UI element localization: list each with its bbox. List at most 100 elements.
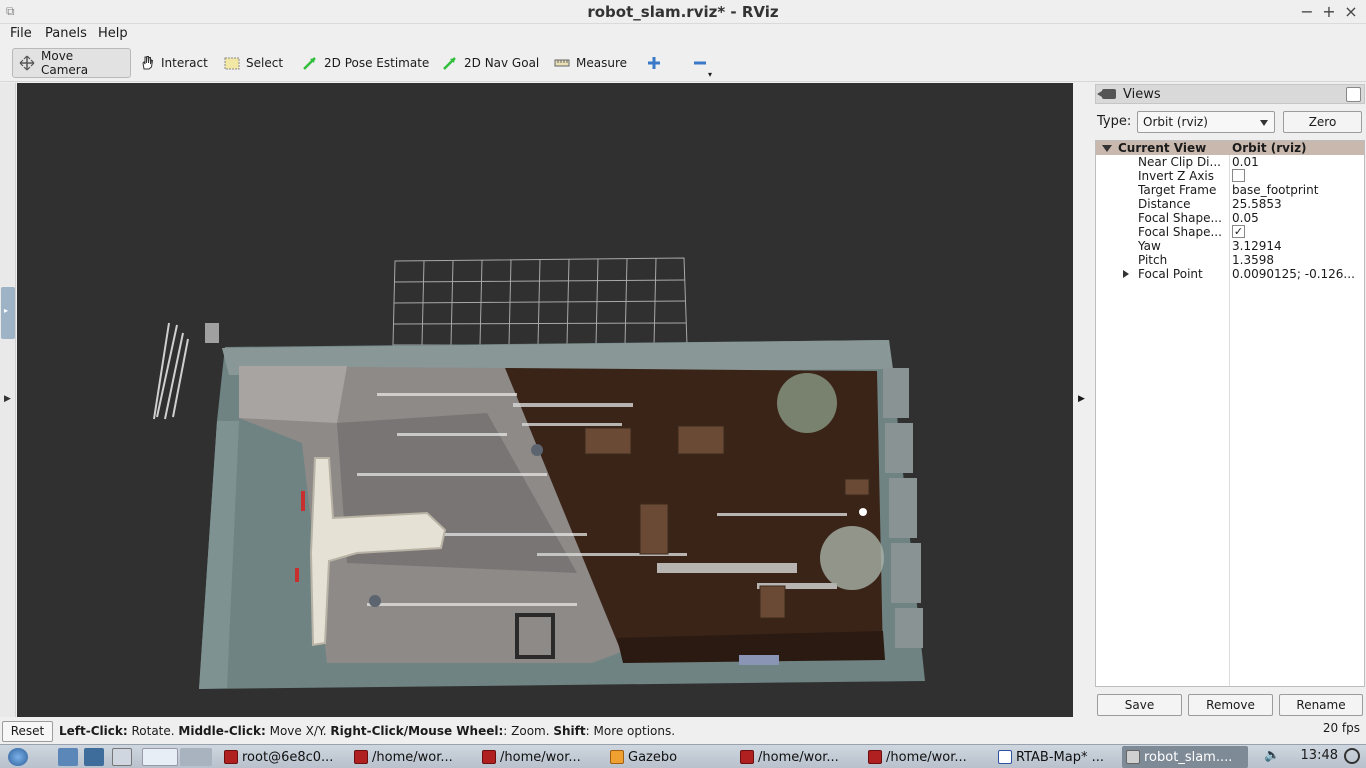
menu-panels[interactable]: Panels (45, 26, 87, 41)
expand-icon[interactable] (1123, 270, 1129, 278)
task-terminal-home-4[interactable]: /home/wor... (864, 746, 992, 768)
expand-icon: ▸ (4, 306, 9, 315)
view-type-select[interactable]: Orbit (rviz) (1137, 111, 1275, 133)
ground-grid (392, 257, 688, 346)
ruler-icon (554, 55, 570, 71)
nav-goal-label: 2D Nav Goal (464, 56, 540, 70)
fps-readout: 20 fps (1322, 721, 1360, 735)
window-launcher-icon[interactable] (112, 748, 132, 766)
measure-tool[interactable]: Measure (548, 48, 633, 78)
menu-help[interactable]: Help (98, 26, 128, 41)
zero-button[interactable]: Zero (1283, 111, 1362, 133)
property-row[interactable]: Invert Z Axis (1096, 169, 1364, 183)
power-icon[interactable] (1344, 748, 1360, 764)
task-rviz[interactable]: robot_slam.... (1122, 746, 1248, 768)
property-value[interactable]: 25.5853 (1232, 197, 1364, 211)
render-viewport[interactable] (17, 83, 1073, 717)
terminal-launcher-icon[interactable] (84, 748, 104, 766)
property-value[interactable]: 0.0090125; -0.126... (1232, 267, 1364, 281)
reset-button[interactable]: Reset (2, 721, 53, 742)
menu-file[interactable]: File (10, 26, 32, 41)
maximize-icon[interactable]: + (1319, 2, 1339, 22)
property-row[interactable]: Distance 25.5853 (1096, 197, 1364, 211)
move-camera-tool[interactable]: Move Camera (12, 48, 131, 78)
property-row[interactable]: Focal Point 0.0090125; -0.126... (1096, 267, 1364, 281)
property-row[interactable]: Focal Shape... 0.05 (1096, 211, 1364, 225)
select-label: Select (246, 56, 284, 70)
move-camera-label: Move Camera (41, 49, 89, 77)
hint-part: Middle-Click: (178, 724, 266, 738)
property-row[interactable]: Focal Shape... ✓ (1096, 225, 1364, 239)
desktop-pager-1[interactable] (142, 748, 178, 766)
task-gazebo[interactable]: Gazebo (606, 746, 732, 768)
status-bar: Reset Left-Click: Rotate. Middle-Click: … (0, 718, 1366, 744)
remove-tool-button[interactable]: ▾ (686, 48, 714, 79)
task-terminal-home-2[interactable]: /home/wor... (478, 746, 604, 768)
property-row[interactable]: Target Frame base_footprint (1096, 183, 1364, 197)
hint-part: Rotate. (127, 724, 179, 738)
status-hint: Left-Click: Rotate. Middle-Click: Move X… (59, 724, 675, 738)
panel-float-button[interactable] (1346, 87, 1361, 102)
property-row[interactable]: Near Clip Di... 0.01 (1096, 155, 1364, 169)
select-tool[interactable]: Select (218, 48, 289, 78)
property-value[interactable]: 0.01 (1232, 155, 1364, 169)
clock: 13:48 (1300, 748, 1338, 763)
task-rtabmap[interactable]: RTAB-Map* ... (994, 746, 1118, 768)
focal-shape-checkbox[interactable]: ✓ (1232, 225, 1245, 238)
collapse-right-arrow-icon[interactable]: ▶ (1078, 394, 1085, 404)
property-key: Near Clip Di... (1138, 155, 1221, 169)
property-key: Target Frame (1138, 183, 1217, 197)
property-key: Distance (1138, 197, 1191, 211)
move-camera-icon (19, 55, 35, 71)
current-view-row[interactable]: Current View Orbit (rviz) (1096, 141, 1364, 155)
minus-icon (692, 55, 708, 71)
close-icon[interactable]: × (1341, 2, 1361, 22)
property-value[interactable]: 1.3598 (1232, 253, 1364, 267)
current-view-label: Current View (1118, 141, 1207, 155)
displays-panel-tab[interactable]: ▸ (1, 287, 15, 339)
remove-button[interactable]: Remove (1188, 694, 1273, 716)
right-dock-splitter: ▶ (1073, 83, 1093, 717)
minimize-icon[interactable]: − (1297, 2, 1317, 22)
task-label: /home/wor... (758, 749, 839, 765)
camera-icon (1097, 89, 1116, 99)
left-dock-strip: ▸ ▶ (0, 83, 16, 717)
task-terminal-root[interactable]: root@6e8c0... (220, 746, 348, 768)
task-terminal-home-3[interactable]: /home/wor... (736, 746, 862, 768)
green-arrow-icon (302, 55, 318, 71)
task-label: root@6e8c0... (242, 749, 334, 765)
select-icon (224, 55, 240, 71)
measure-label: Measure (576, 56, 627, 70)
pose-estimate-tool[interactable]: 2D Pose Estimate (296, 48, 435, 78)
collapse-icon[interactable] (1102, 145, 1112, 152)
task-terminal-home-1[interactable]: /home/wor... (350, 746, 476, 768)
save-button[interactable]: Save (1097, 694, 1182, 716)
property-value[interactable]: 0.05 (1232, 211, 1364, 225)
property-row[interactable]: Pitch 1.3598 (1096, 253, 1364, 267)
start-menu-icon[interactable] (8, 748, 28, 766)
volume-icon[interactable]: 🔈 (1264, 748, 1280, 763)
add-tool-button[interactable] (640, 48, 668, 78)
window-title: robot_slam.rviz* - RViz (587, 3, 779, 21)
hint-part: : Zoom. (503, 724, 554, 738)
nav-goal-tool[interactable]: 2D Nav Goal (436, 48, 545, 78)
chevron-down-icon (1260, 120, 1268, 126)
task-label: /home/wor... (886, 749, 967, 765)
invert-z-checkbox[interactable] (1232, 169, 1245, 182)
file-manager-icon[interactable] (58, 748, 78, 766)
task-label: /home/wor... (372, 749, 453, 765)
property-key: Focal Shape... (1138, 211, 1222, 225)
view-properties-tree: Current View Orbit (rviz) Near Clip Di..… (1095, 140, 1365, 687)
interact-tool[interactable]: Interact (133, 48, 214, 78)
plus-icon (646, 55, 662, 71)
property-row[interactable]: Yaw 3.12914 (1096, 239, 1364, 253)
dropdown-arrow-icon[interactable]: ▾ (708, 70, 712, 79)
views-panel-header: Views (1095, 84, 1365, 104)
desktop-pager-2[interactable] (180, 748, 212, 766)
property-key: Invert Z Axis (1138, 169, 1215, 183)
expand-left-arrow-icon[interactable]: ▶ (4, 394, 11, 404)
property-value[interactable]: base_footprint (1232, 183, 1364, 197)
property-value[interactable]: 3.12914 (1232, 239, 1364, 253)
rename-button[interactable]: Rename (1279, 694, 1363, 716)
hint-part: Shift (553, 724, 586, 738)
